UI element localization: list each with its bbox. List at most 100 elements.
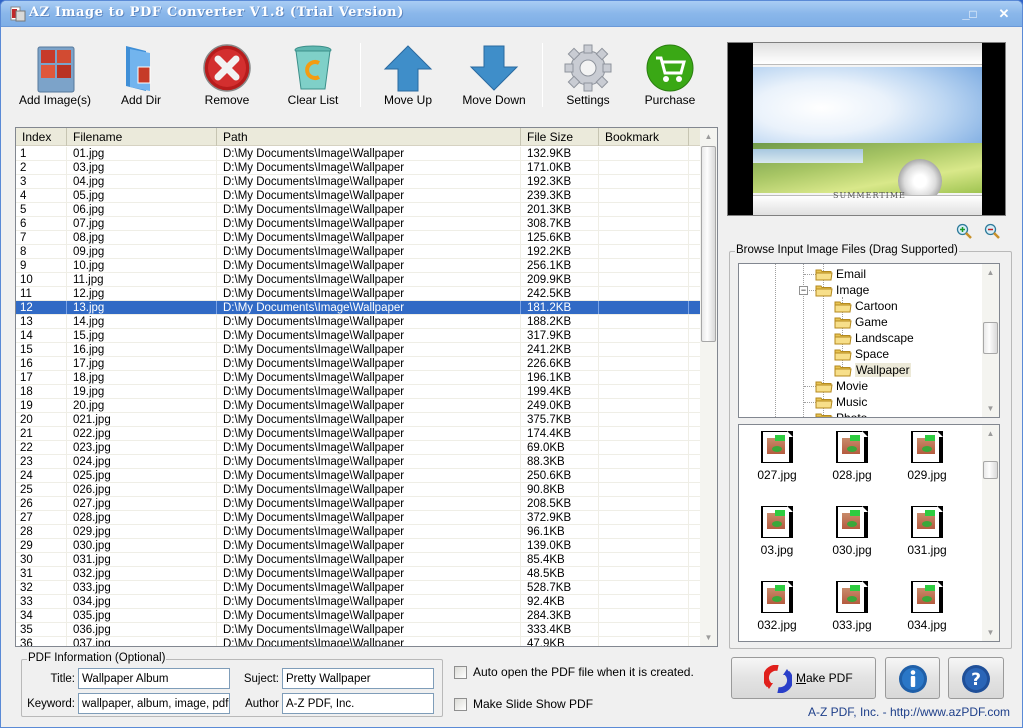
tree-item-cartoon[interactable]: Cartoon [834,298,898,314]
tree-item-movie[interactable]: Movie [815,378,868,394]
table-row[interactable]: 9 10.jpg D:\My Documents\Image\Wallpaper 25… [16,259,704,273]
table-row[interactable]: 14 15.jpg D:\My Documents\Image\Wallpaper 3… [16,329,704,343]
scroll-down-arrow[interactable]: ▼ [700,629,717,646]
thumbnail-item[interactable]: 030.jpg [817,506,887,557]
table-row[interactable]: 18 19.jpg D:\My Documents\Image\Wallpaper 1… [16,385,704,399]
zoom-out-icon[interactable] [984,223,1000,239]
table-row[interactable]: 35 036.jpg D:\My Documents\Image\Wallpaper… [16,623,704,637]
collapse-toggle[interactable]: − [799,286,808,295]
add-dir-button[interactable]: Add Dir [105,37,177,113]
tree-item-image[interactable]: Image [815,282,869,298]
tree-item-landscape[interactable]: Landscape [834,330,914,346]
table-row[interactable]: 12 13.jpg D:\My Documents\Image\Wallpaper 1… [16,301,704,315]
scroll-up-arrow[interactable]: ▲ [700,128,717,145]
table-row[interactable]: 10 11.jpg D:\My Documents\Image\Wallpaper 2… [16,273,704,287]
tree-scroll-thumb[interactable] [983,322,998,354]
table-row[interactable]: 27 028.jpg D:\My Documents\Image\Wallpaper… [16,511,704,525]
table-row[interactable]: 24 025.jpg D:\My Documents\Image\Wallpaper… [16,469,704,483]
table-row[interactable]: 33 034.jpg D:\My Documents\Image\Wallpaper… [16,595,704,609]
list-scrollbar[interactable]: ▲ ▼ [700,128,717,646]
table-row[interactable]: 20 021.jpg D:\My Documents\Image\Wallpaper… [16,413,704,427]
scroll-thumb[interactable] [701,146,716,342]
table-row[interactable]: 34 035.jpg D:\My Documents\Image\Wallpaper… [16,609,704,623]
table-row[interactable]: 17 18.jpg D:\My Documents\Image\Wallpaper 1… [16,371,704,385]
thumbnail-item[interactable]: 034.jpg [892,581,962,632]
subject-field[interactable] [282,668,434,689]
maximize-button[interactable]: □ [962,5,984,23]
table-row[interactable]: 25 026.jpg D:\My Documents\Image\Wallpaper… [16,483,704,497]
thumbnail-item[interactable]: 028.jpg [817,431,887,482]
column-header-index[interactable]: Index [16,128,67,146]
table-row[interactable]: 8 09.jpg D:\My Documents\Image\Wallpaper 19… [16,245,704,259]
image-file-list[interactable]: Index Filename Path File Size Bookmark 1… [15,127,718,647]
table-row[interactable]: 28 029.jpg D:\My Documents\Image\Wallpaper… [16,525,704,539]
thumbnail-view[interactable]: ▲ ▼ 027.jpg 028.jpg 029.jpg 03.jpg 030.jpg 03… [738,424,1000,642]
thumbnail-item[interactable]: 033.jpg [817,581,887,632]
move-down-button[interactable]: Move Down [461,37,527,113]
title-field[interactable] [78,668,230,689]
column-header-path[interactable]: Path [217,128,521,146]
purchase-button[interactable]: Purchase [637,37,703,113]
settings-button[interactable]: Settings [555,37,621,113]
table-row[interactable]: 7 08.jpg D:\My Documents\Image\Wallpaper 12… [16,231,704,245]
thumbnail-item[interactable]: 029.jpg [892,431,962,482]
clear-list-button[interactable]: Clear List [277,37,349,113]
table-row[interactable]: 32 033.jpg D:\My Documents\Image\Wallpaper… [16,581,704,595]
author-field[interactable] [282,693,434,714]
table-row[interactable]: 4 05.jpg D:\My Documents\Image\Wallpaper 23… [16,189,704,203]
about-button[interactable] [885,657,940,699]
tree-item-email[interactable]: Email [815,266,866,282]
make-pdf-button[interactable]: Make PDF [731,657,876,699]
remove-button[interactable]: Remove [191,37,263,113]
thumbnail-item[interactable]: 027.jpg [742,431,812,482]
table-row[interactable]: 36 037.jpg D:\My Documents\Image\Wallpaper… [16,637,704,646]
table-row[interactable]: 13 14.jpg D:\My Documents\Image\Wallpaper 1… [16,315,704,329]
tree-item-music[interactable]: Music [815,394,867,410]
tree-item-space[interactable]: Space [834,346,889,362]
close-button[interactable]: ✕ [993,5,1015,23]
keyword-field[interactable] [78,693,230,714]
slideshow-checkbox[interactable]: Make Slide Show PDF [454,696,593,712]
table-row[interactable]: 26 027.jpg D:\My Documents\Image\Wallpaper… [16,497,704,511]
table-row[interactable]: 1 01.jpg D:\My Documents\Image\Wallpaper 13… [16,147,704,161]
zoom-in-icon[interactable] [956,223,972,239]
tree-scroll-down[interactable]: ▼ [982,400,999,417]
tree-scrollbar[interactable]: ▲ ▼ [982,264,999,417]
move-up-button[interactable]: Move Up [375,37,441,113]
table-row[interactable]: 22 023.jpg D:\My Documents\Image\Wallpaper… [16,441,704,455]
folder-tree[interactable]: ▲ ▼ Email Image − Cartoon Game Landscape Space… [738,263,1000,418]
help-button[interactable]: ? [948,657,1004,699]
table-row[interactable]: 30 031.jpg D:\My Documents\Image\Wallpaper… [16,553,704,567]
tree-scroll-up[interactable]: ▲ [982,264,999,281]
tree-item-game[interactable]: Game [834,314,888,330]
slideshow-check-box[interactable] [454,697,467,711]
table-row[interactable]: 6 07.jpg D:\My Documents\Image\Wallpaper 30… [16,217,704,231]
auto-open-check-box[interactable] [454,665,467,679]
column-header-file-size[interactable]: File Size [521,128,599,146]
column-header-filename[interactable]: Filename [67,128,217,146]
thumb-scroll-thumb[interactable] [983,461,998,479]
table-row[interactable]: 15 16.jpg D:\My Documents\Image\Wallpaper 2… [16,343,704,357]
thumbnail-item[interactable]: 03.jpg [742,506,812,557]
table-row[interactable]: 19 20.jpg D:\My Documents\Image\Wallpaper 2… [16,399,704,413]
thumbnail-item[interactable]: 031.jpg [892,506,962,557]
tree-item-wallpaper[interactable]: Wallpaper [834,362,911,378]
table-row[interactable]: 2 03.jpg D:\My Documents\Image\Wallpaper 17… [16,161,704,175]
thumbnail-item[interactable]: 032.jpg [742,581,812,632]
table-row[interactable]: 16 17.jpg D:\My Documents\Image\Wallpaper 2… [16,357,704,371]
table-row[interactable]: 21 022.jpg D:\My Documents\Image\Wallpaper… [16,427,704,441]
thumbnail-scrollbar[interactable]: ▲ ▼ [982,425,999,641]
column-header-bookmark[interactable]: Bookmark [599,128,689,146]
table-row[interactable]: 5 06.jpg D:\My Documents\Image\Wallpaper 20… [16,203,704,217]
table-row[interactable]: 29 030.jpg D:\My Documents\Image\Wallpaper… [16,539,704,553]
table-row[interactable]: 23 024.jpg D:\My Documents\Image\Wallpaper… [16,455,704,469]
table-row[interactable]: 11 12.jpg D:\My Documents\Image\Wallpaper 2… [16,287,704,301]
table-row[interactable]: 3 04.jpg D:\My Documents\Image\Wallpaper 19… [16,175,704,189]
table-row[interactable]: 31 032.jpg D:\My Documents\Image\Wallpaper… [16,567,704,581]
thumb-scroll-down[interactable]: ▼ [982,624,999,641]
add-images-button[interactable]: Add Image(s) [15,37,95,113]
tree-item-photo[interactable]: Photo [815,410,867,417]
website-link[interactable]: A-Z PDF, Inc. - http://www.azPDF.com [808,705,1010,719]
title-bar[interactable]: AZ Image to PDF Converter V1.8 (Trial Ve… [1,1,1022,27]
auto-open-checkbox[interactable]: Auto open the PDF file when it is create… [454,664,694,680]
